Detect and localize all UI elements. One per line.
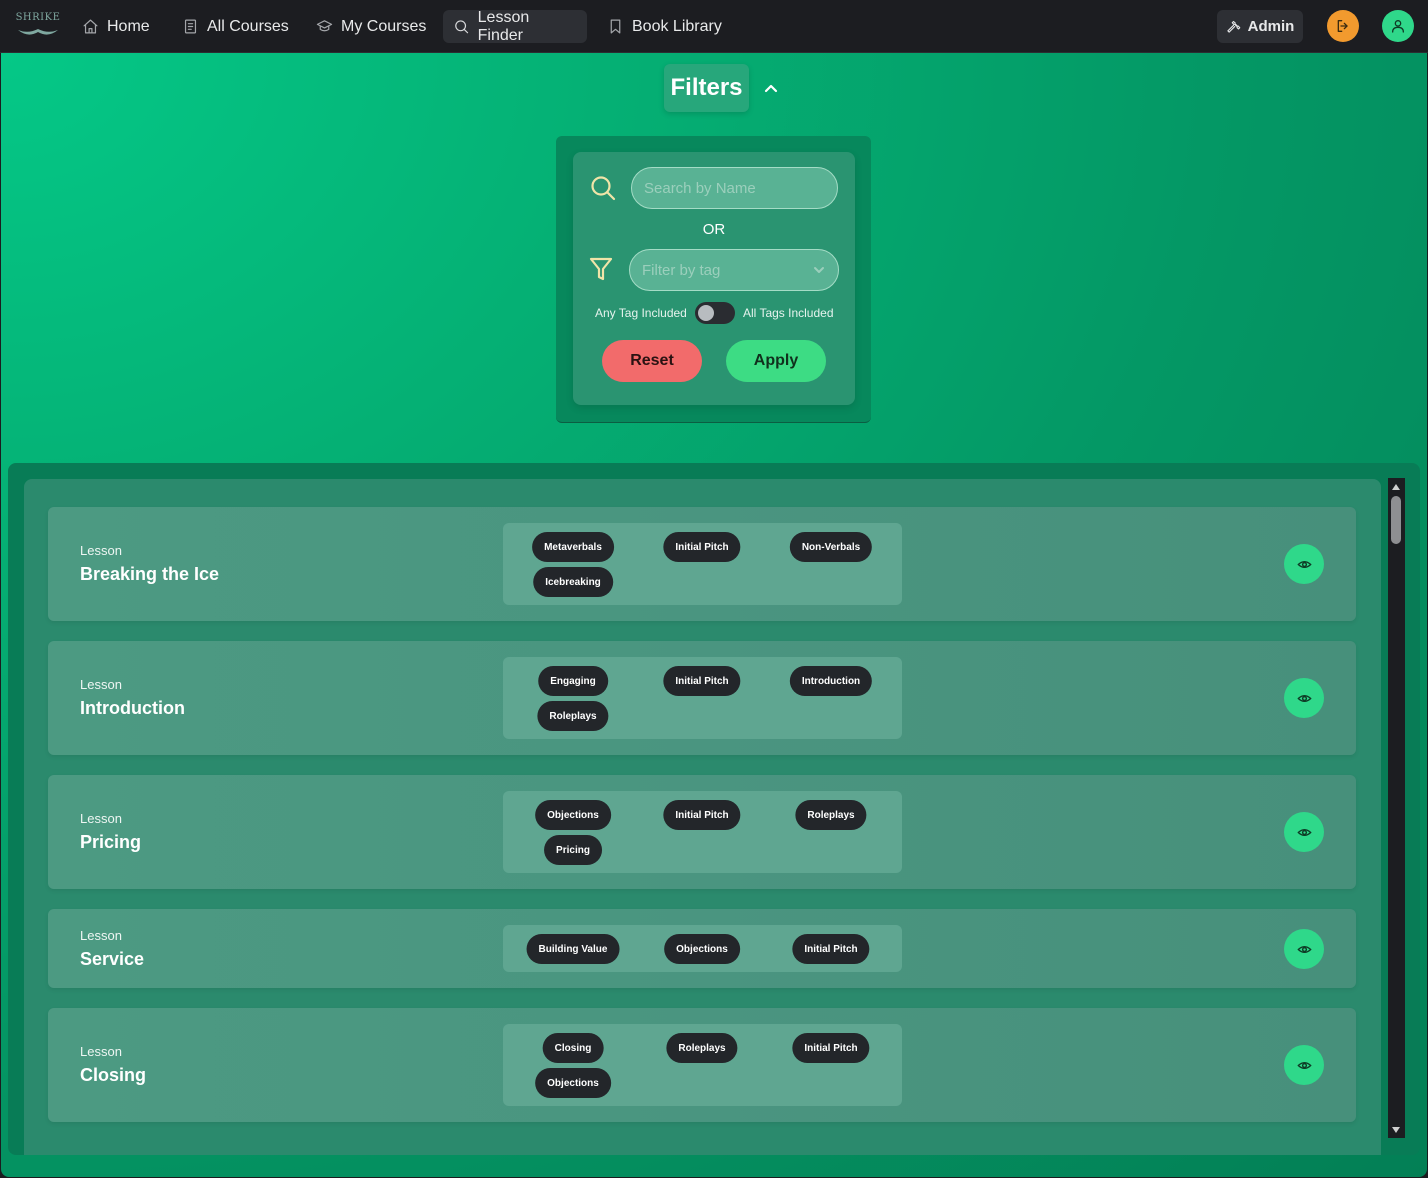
lesson-title: Closing (80, 1065, 146, 1085)
lesson-type: Lesson (80, 811, 122, 826)
lesson-card[interactable]: Lesson Closing Closing Roleplays Initial Pit… (48, 1008, 1356, 1122)
lesson-title: Service (80, 949, 145, 969)
lesson-list[interactable]: Lesson Breaking the Ice Metaverbals Initial… (24, 479, 1381, 1155)
tag-chip[interactable]: Engaging (538, 666, 608, 696)
admin-button[interactable]: Admin (1217, 10, 1303, 43)
search-icon (455, 20, 469, 34)
view-lesson-button[interactable] (1284, 929, 1324, 969)
eye-icon (1297, 828, 1311, 836)
lesson-title: Introduction (80, 698, 185, 718)
tag-select-placeholder: Filter by tag (642, 261, 721, 279)
or-label: OR (702, 221, 726, 238)
tag-chip[interactable]: Closing (542, 1033, 604, 1063)
tags-box: Metaverbals Initial Pitch Non-Verbals Icebr… (503, 523, 902, 605)
tag-chip[interactable]: Objections (664, 934, 740, 964)
view-lesson-button[interactable] (1284, 544, 1324, 584)
logout-button[interactable] (1327, 10, 1359, 42)
tags-box: Engaging Initial Pitch Introduction Rolepla… (503, 657, 902, 739)
tag-chip[interactable]: Initial Pitch (663, 800, 741, 830)
lesson-card[interactable]: Lesson Pricing Objections Initial Pitch Role… (48, 775, 1356, 889)
nav-book-library-label: Book Library (632, 17, 722, 35)
tags-box: Objections Initial Pitch Roleplays Pricing (503, 791, 902, 873)
lesson-type: Lesson (80, 928, 122, 943)
tag-chip[interactable]: Pricing (544, 835, 602, 865)
view-lesson-button[interactable] (1284, 1045, 1324, 1085)
apply-button[interactable]: Apply (726, 340, 826, 382)
reset-button[interactable]: Reset (602, 340, 702, 382)
lesson-list-container: Lesson Breaking the Ice Metaverbals Initial… (8, 463, 1420, 1155)
tag-chip[interactable]: Roleplays (666, 1033, 738, 1063)
tag-chip[interactable]: Introduction (789, 666, 873, 696)
tag-chip[interactable]: Initial Pitch (792, 934, 870, 964)
search-icon (589, 174, 617, 202)
chevron-up-icon (764, 84, 778, 93)
nav-home-label: Home (107, 17, 150, 35)
lesson-card[interactable]: Lesson Breaking the Ice Metaverbals Initial… (48, 507, 1356, 621)
view-lesson-button[interactable] (1284, 812, 1324, 852)
graduation-cap-icon (316, 20, 333, 32)
lesson-type: Lesson (80, 1044, 122, 1059)
tag-mode-toggle-row: Any Tag Included All Tags Included (573, 302, 855, 326)
tag-chip[interactable]: Objections (535, 1068, 611, 1098)
filter-by-tag-select[interactable]: Filter by tag (629, 249, 839, 291)
filters-title[interactable]: Filters (664, 64, 749, 112)
tags-box: Closing Roleplays Initial Pitch Objections (503, 1024, 902, 1106)
profile-button[interactable] (1382, 10, 1414, 42)
any-tag-label: Any Tag Included (595, 306, 687, 320)
bookmark-icon (610, 19, 621, 34)
nav-book-library[interactable]: Book Library (597, 10, 732, 43)
lesson-title: Breaking the Ice (80, 564, 220, 584)
tags-box: Building Value Objections Initial Pitch (503, 925, 902, 972)
toggle-knob (698, 305, 714, 321)
nav-home[interactable]: Home (72, 10, 160, 43)
tag-chip[interactable]: Objections (535, 800, 611, 830)
lesson-title: Pricing (80, 832, 142, 852)
book-icon (184, 19, 197, 34)
filter-panel: OR Filter by tag Any Tag Included All Ta… (573, 152, 855, 405)
lesson-card[interactable]: Lesson Service Building Value Objections Ini… (48, 909, 1356, 988)
lesson-card[interactable]: Lesson Introduction Engaging Initial Pitch I… (48, 641, 1356, 755)
filter-section: OR Filter by tag Any Tag Included All Ta… (556, 136, 871, 423)
nav-my-courses[interactable]: My Courses (306, 10, 436, 43)
tag-chip[interactable]: Roleplays (795, 800, 867, 830)
user-icon (1392, 20, 1404, 33)
eye-icon (1297, 1061, 1311, 1069)
lesson-list-scrollbar[interactable] (1388, 478, 1405, 1138)
all-tags-label: All Tags Included (743, 306, 834, 320)
logout-icon (1337, 20, 1348, 32)
main-content: Filters OR Filter by tag Any Tag Include… (1, 53, 1427, 1177)
lesson-type: Lesson (80, 543, 122, 558)
tag-chip[interactable]: Icebreaking (533, 567, 613, 597)
tag-chip[interactable]: Roleplays (537, 701, 609, 731)
view-lesson-button[interactable] (1284, 678, 1324, 718)
tag-mode-toggle[interactable] (695, 302, 735, 324)
tag-chip[interactable]: Initial Pitch (792, 1033, 870, 1063)
scroll-thumb[interactable] (1391, 496, 1401, 544)
app-logo[interactable]: SHRIKE (14, 12, 62, 42)
admin-label: Admin (1247, 18, 1295, 35)
scroll-up-arrow[interactable] (1392, 484, 1400, 490)
nav-lesson-finder[interactable]: Lesson Finder (443, 8, 587, 44)
top-navbar: SHRIKE Home All Courses My Courses Lesso… (0, 0, 1428, 53)
eye-icon (1297, 560, 1311, 568)
nav-lesson-finder-label: Lesson Finder (477, 8, 530, 44)
tag-chip[interactable]: Metaverbals (532, 532, 614, 562)
nav-all-courses-label: All Courses (207, 17, 289, 35)
nav-my-courses-label: My Courses (341, 17, 427, 35)
eye-icon (1297, 945, 1311, 953)
tag-chip[interactable]: Initial Pitch (663, 532, 741, 562)
filter-icon (588, 256, 614, 282)
lesson-type: Lesson (80, 677, 122, 692)
chevron-down-icon (814, 267, 824, 273)
scroll-down-arrow[interactable] (1392, 1127, 1400, 1133)
search-by-name-input[interactable] (631, 167, 838, 209)
eye-icon (1297, 694, 1311, 702)
collapse-filters-button[interactable] (763, 81, 779, 97)
home-icon (83, 19, 98, 34)
wrench-icon (1226, 20, 1240, 33)
tag-chip[interactable]: Non-Verbals (789, 532, 873, 562)
nav-all-courses[interactable]: All Courses (172, 10, 299, 43)
tag-chip[interactable]: Initial Pitch (663, 666, 741, 696)
tag-chip[interactable]: Building Value (526, 934, 620, 964)
